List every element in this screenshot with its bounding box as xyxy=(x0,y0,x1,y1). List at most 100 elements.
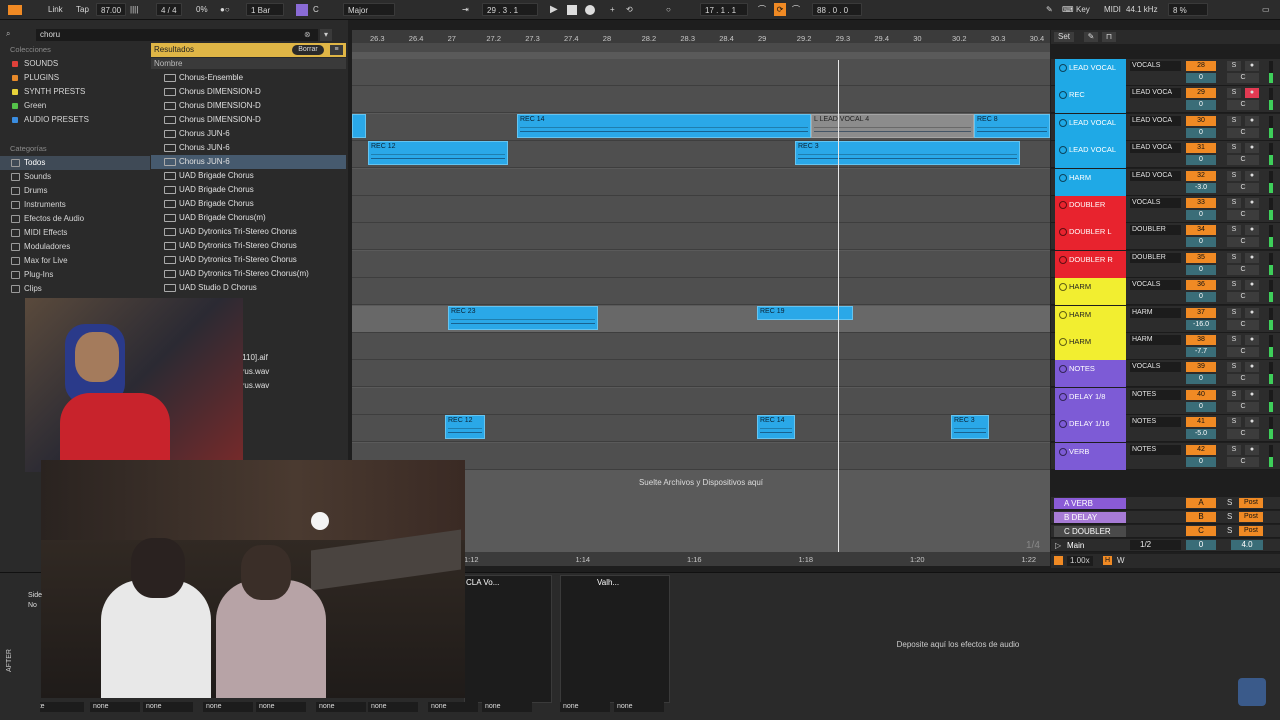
set-button[interactable]: Set xyxy=(1054,32,1074,42)
result-item[interactable]: UAD Dytronics Tri-Stereo Chorus(m) xyxy=(151,267,346,281)
audio-clip[interactable]: REC 3 xyxy=(795,141,1020,165)
pan-knob[interactable]: C xyxy=(1227,456,1259,467)
track-volume[interactable]: 0 xyxy=(1186,264,1216,275)
result-item[interactable]: Chorus-Ensemble xyxy=(151,71,346,85)
category-item[interactable]: Moduladores xyxy=(0,240,150,254)
tap-button[interactable]: Tap xyxy=(76,3,89,16)
io-routing-select[interactable]: none xyxy=(428,702,478,712)
input-select[interactable]: NOTES xyxy=(1130,444,1181,455)
category-item[interactable]: Plug-Ins xyxy=(0,268,150,282)
track-number[interactable]: 29 xyxy=(1186,88,1216,99)
arm-button[interactable]: ● xyxy=(1245,307,1259,318)
category-item[interactable]: Drums xyxy=(0,184,150,198)
track-number[interactable]: 28 xyxy=(1186,61,1216,71)
category-item[interactable]: Clips xyxy=(0,282,150,296)
track-name-header[interactable]: HARM xyxy=(1055,278,1126,306)
arm-button[interactable]: ● xyxy=(1245,280,1259,291)
mixer-track[interactable]: DOUBLER L DOUBLER 34 0 S ● C xyxy=(1051,223,1280,251)
track-number[interactable]: 33 xyxy=(1186,198,1216,208)
main-volume[interactable]: 0 xyxy=(1186,540,1216,550)
track-name-header[interactable]: LEAD VOCAL xyxy=(1055,59,1126,86)
track-volume[interactable]: 0 xyxy=(1186,127,1216,138)
record-icon[interactable] xyxy=(585,5,595,15)
track-fold-icon[interactable] xyxy=(1059,64,1067,72)
io-routing-select[interactable]: none xyxy=(482,702,532,712)
pan-knob[interactable]: C xyxy=(1227,401,1259,412)
io-routing-select[interactable]: none xyxy=(614,702,664,712)
solo-button[interactable]: S xyxy=(1227,143,1241,154)
track-number[interactable]: 30 xyxy=(1186,115,1216,126)
input-select[interactable]: LEAD VOCA xyxy=(1130,170,1181,181)
pan-knob[interactable]: C xyxy=(1227,73,1259,83)
audio-clip[interactable]: REC 12 xyxy=(445,415,485,439)
add-filter-icon[interactable]: ≡ xyxy=(330,45,343,55)
key-map-button[interactable]: Key xyxy=(1076,3,1090,16)
audio-clip[interactable]: REC 8 xyxy=(974,114,1050,138)
arm-button[interactable]: ● xyxy=(1245,88,1259,99)
track-lane[interactable] xyxy=(352,86,1050,114)
track-number[interactable]: 32 xyxy=(1186,170,1216,181)
pan-knob[interactable]: C xyxy=(1227,127,1259,138)
track-number[interactable]: 40 xyxy=(1186,389,1216,400)
track-lane[interactable] xyxy=(352,387,1050,415)
audio-clip[interactable]: REC 3 xyxy=(951,415,989,439)
pan-knob[interactable]: C xyxy=(1227,210,1259,220)
collection-item[interactable]: AUDIO PRESETS xyxy=(0,113,150,127)
main-track[interactable]: ▷ Main 1/2 0 4.0 xyxy=(1051,539,1280,552)
input-select[interactable]: HARM xyxy=(1130,335,1181,345)
follow-icon[interactable]: ⇥ xyxy=(462,3,469,16)
track-name-header[interactable]: HARM xyxy=(1055,333,1126,360)
main-play-icon[interactable]: ▷ xyxy=(1055,541,1061,550)
solo-button[interactable]: S xyxy=(1227,362,1241,373)
arm-button[interactable]: ● xyxy=(1245,225,1259,236)
track-fold-icon[interactable] xyxy=(1059,310,1067,319)
nudge-icon[interactable]: |||| xyxy=(130,3,138,16)
track-number[interactable]: 37 xyxy=(1186,307,1216,318)
arm-button[interactable]: ● xyxy=(1245,115,1259,126)
w-toggle[interactable]: W xyxy=(1117,556,1125,565)
result-item[interactable]: UAD Dytronics Tri-Stereo Chorus xyxy=(151,239,346,253)
loop-switch-icon[interactable]: ⟳ xyxy=(774,3,786,16)
loop-icon[interactable]: ○ xyxy=(666,3,671,16)
solo-button[interactable]: S xyxy=(1227,170,1241,181)
input-select[interactable]: HARM xyxy=(1130,307,1181,318)
track-lane[interactable] xyxy=(352,333,1050,360)
return-solo-button[interactable]: S xyxy=(1227,512,1237,522)
loop-length[interactable]: 88 . 0 . 0 xyxy=(812,3,862,16)
return-track[interactable]: C DOUBLER C S Post xyxy=(1051,525,1280,538)
lock-icon[interactable]: ⊓ xyxy=(1102,32,1116,42)
solo-button[interactable]: S xyxy=(1227,417,1241,428)
edit-icon[interactable]: ✎ xyxy=(1084,32,1098,42)
pan-knob[interactable]: C xyxy=(1227,237,1259,248)
track-number[interactable]: 42 xyxy=(1186,444,1216,455)
track-name-header[interactable]: HARM xyxy=(1055,168,1126,196)
track-number[interactable]: 39 xyxy=(1186,362,1216,373)
track-number[interactable]: 34 xyxy=(1186,225,1216,236)
keyboard-icon[interactable]: ⌨ xyxy=(1062,3,1074,16)
mixer-track[interactable]: DELAY 1/8 NOTES 40 0 S ● C xyxy=(1051,387,1280,415)
track-volume[interactable]: 0 xyxy=(1186,155,1216,166)
collection-item[interactable]: Green xyxy=(0,99,150,113)
input-select[interactable]: DOUBLER xyxy=(1130,225,1181,236)
result-item[interactable]: Chorus DIMENSION-D xyxy=(151,85,346,99)
category-item[interactable]: Sounds xyxy=(0,170,150,184)
track-volume[interactable]: 0 xyxy=(1186,100,1216,111)
solo-button[interactable]: S xyxy=(1227,389,1241,400)
solo-button[interactable]: S xyxy=(1227,198,1241,208)
metronome-icon[interactable]: ●○ xyxy=(220,3,230,16)
input-select[interactable]: VOCALS xyxy=(1130,280,1181,291)
result-item[interactable]: UAD Brigade Chorus xyxy=(151,169,346,183)
overdub-icon[interactable]: + xyxy=(610,3,615,16)
solo-button[interactable]: S xyxy=(1227,225,1241,236)
h-toggle[interactable]: H xyxy=(1103,556,1112,565)
time-signature[interactable]: 4 / 4 xyxy=(156,3,182,16)
arm-button[interactable]: ● xyxy=(1245,170,1259,181)
input-select[interactable]: LEAD VOCA xyxy=(1130,88,1181,99)
solo-button[interactable]: S xyxy=(1227,280,1241,291)
io-routing-select[interactable]: none xyxy=(90,702,140,712)
cla-vocals-device[interactable]: CLA Vo... xyxy=(464,575,552,703)
mixer-track[interactable]: LEAD VOCAL LEAD VOCA 31 0 S ● C xyxy=(1051,141,1280,169)
result-item[interactable]: UAD Studio D Chorus xyxy=(151,281,346,295)
audio-clip[interactable]: REC 23 xyxy=(448,306,598,330)
track-fold-icon[interactable] xyxy=(1059,228,1067,237)
